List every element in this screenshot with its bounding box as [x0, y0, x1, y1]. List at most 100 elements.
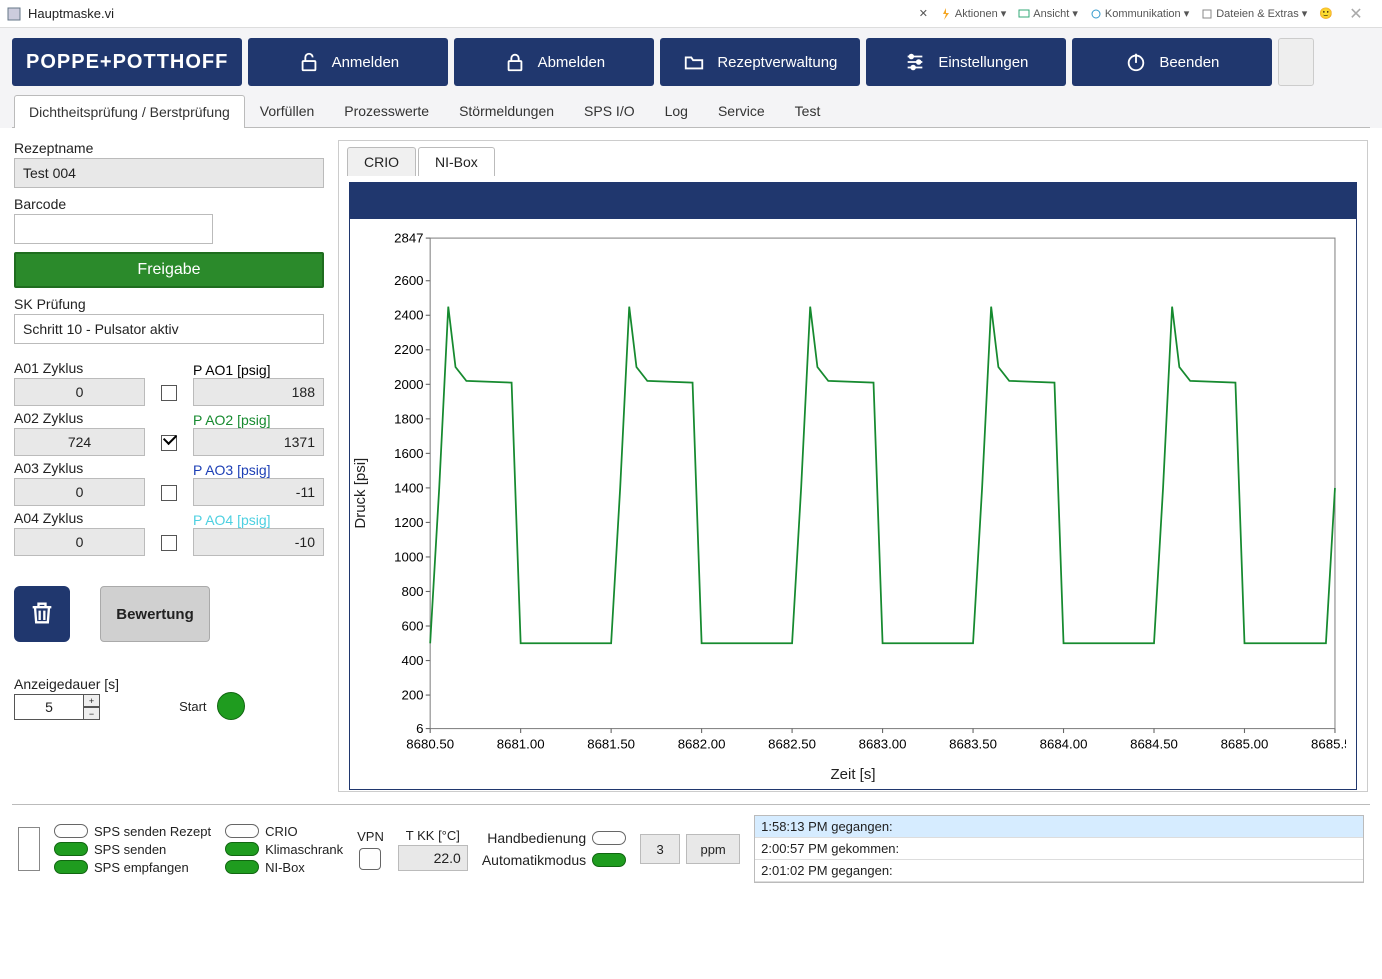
anzeigedauer-spinner[interactable]: 5 +−	[14, 694, 119, 720]
mini-toolbar: ✕ Aktionen ▾ Ansicht ▾ Kommunikation ▾ D…	[916, 6, 1336, 21]
bewertung-button[interactable]: Bewertung	[100, 586, 210, 642]
subtab-nibox[interactable]: NI-Box	[418, 147, 495, 176]
svg-text:8682.00: 8682.00	[678, 736, 726, 751]
sliders-icon	[904, 51, 926, 73]
ao-zyklus-label: A02 Zyklus	[14, 410, 145, 426]
lock-icon	[504, 51, 526, 73]
svg-text:600: 600	[401, 618, 423, 633]
anzeigedauer-value[interactable]: 5	[14, 694, 84, 720]
log-row[interactable]: 2:01:02 PM gegangen:	[755, 860, 1363, 882]
brand-logo: POPPE+POTTHOFF	[12, 38, 242, 86]
ppm-value: 3	[640, 834, 680, 864]
led-handbedienung	[592, 831, 626, 845]
sk-pruefung-field: Schritt 10 - Pulsator aktiv	[14, 314, 324, 344]
barcode-label: Barcode	[14, 196, 324, 212]
led-sps-senden-rezept	[54, 824, 88, 838]
ao-zyklus-value: 724	[14, 428, 145, 456]
svg-text:8684.00: 8684.00	[1040, 736, 1088, 751]
plot-area[interactable]: 6200400600800100012001400160018002000220…	[375, 227, 1346, 760]
led-klimaschrank	[225, 842, 259, 856]
anzeigedauer-label: Anzeigedauer [s]	[14, 676, 119, 692]
start-label: Start	[179, 699, 206, 714]
ao-zyklus-label: A04 Zyklus	[14, 510, 145, 526]
beenden-button[interactable]: Beenden	[1072, 38, 1272, 86]
spinner-up[interactable]: +	[84, 694, 100, 707]
tab-vorfuellen[interactable]: Vorfüllen	[245, 94, 329, 127]
status-log-list[interactable]: 1:58:13 PM gegangen: 2:00:57 PM gekommen…	[754, 815, 1364, 883]
mini-close-icon[interactable]: ✕	[916, 6, 931, 21]
svg-text:400: 400	[401, 653, 423, 668]
tab-stoermeldungen[interactable]: Störmeldungen	[444, 94, 569, 127]
svg-text:2600: 2600	[394, 273, 423, 288]
vpn-label: VPN	[357, 829, 384, 844]
ao-zyklus-label: A01 Zyklus	[14, 360, 145, 376]
window-close-icon[interactable]: ✕	[1336, 4, 1376, 24]
svg-text:8684.50: 8684.50	[1130, 736, 1178, 751]
ao-zyklus-label: A03 Zyklus	[14, 460, 145, 476]
chart-header	[350, 183, 1356, 219]
ao-p-value: 188	[193, 378, 324, 406]
svg-text:8681.00: 8681.00	[497, 736, 545, 751]
main-tabs: Dichtheitsprüfung / Berstprüfung Vorfüll…	[12, 94, 1370, 128]
anmelden-button[interactable]: Anmelden	[248, 38, 448, 86]
delete-button[interactable]	[14, 586, 70, 642]
log-row[interactable]: 2:00:57 PM gekommen:	[755, 838, 1363, 860]
titlebar: Hauptmaske.vi ✕ Aktionen ▾ Ansicht ▾ Kom…	[0, 0, 1382, 28]
svg-text:8683.00: 8683.00	[859, 736, 907, 751]
svg-text:8681.50: 8681.50	[587, 736, 635, 751]
status-square	[18, 827, 40, 871]
svg-text:2847: 2847	[394, 231, 423, 246]
ao-checkbox-3[interactable]	[161, 485, 177, 501]
spinner-down[interactable]: −	[84, 707, 100, 720]
svg-text:1000: 1000	[394, 549, 423, 564]
tab-test[interactable]: Test	[780, 94, 836, 127]
ppm-unit: ppm	[686, 834, 740, 864]
ao-p-value: 1371	[193, 428, 324, 456]
sk-pruefung-label: SK Prüfung	[14, 296, 324, 312]
barcode-input[interactable]	[14, 214, 213, 244]
folder-icon	[683, 51, 705, 73]
mini-lightning-icon[interactable]: Aktionen ▾	[937, 6, 1009, 21]
mini-ansicht[interactable]: Ansicht ▾	[1015, 6, 1081, 21]
ao-checkbox-1[interactable]	[161, 385, 177, 401]
subtab-crio[interactable]: CRIO	[347, 147, 416, 176]
svg-text:800: 800	[401, 584, 423, 599]
ao-grid: A01 Zyklus0 P AO1 [psig]188A02 Zyklus724…	[14, 360, 324, 556]
tab-dichtheit[interactable]: Dichtheitsprüfung / Berstprüfung	[14, 95, 245, 128]
tab-prozesswerte[interactable]: Prozesswerte	[329, 94, 444, 127]
svg-text:6: 6	[416, 721, 423, 736]
ao-checkbox-2[interactable]	[161, 435, 177, 451]
mini-kommunikation[interactable]: Kommunikation ▾	[1087, 6, 1192, 21]
trash-icon	[28, 599, 56, 630]
unlock-icon	[298, 51, 320, 73]
tab-log[interactable]: Log	[650, 94, 703, 127]
tab-sps-io[interactable]: SPS I/O	[569, 94, 650, 127]
ao-p-label: P AO4 [psig]	[193, 512, 324, 528]
led-automatik	[592, 853, 626, 867]
tkk-label: T KK [°C]	[406, 828, 460, 843]
y-axis-label: Druck [psi]	[350, 227, 375, 760]
start-led	[217, 692, 245, 720]
svg-text:8685.00: 8685.00	[1221, 736, 1269, 751]
svg-text:2200: 2200	[394, 342, 423, 357]
freigabe-button[interactable]: Freigabe	[14, 252, 324, 288]
svg-text:1800: 1800	[394, 411, 423, 426]
abmelden-button[interactable]: Abmelden	[454, 38, 654, 86]
svg-text:2400: 2400	[394, 308, 423, 323]
ao-p-value: -11	[193, 478, 324, 506]
mini-smiley-icon[interactable]: 🙂	[1316, 6, 1336, 21]
tab-service[interactable]: Service	[703, 94, 780, 127]
mini-dateien[interactable]: Dateien & Extras ▾	[1198, 6, 1310, 21]
app-icon	[6, 6, 22, 22]
svg-text:8680.50: 8680.50	[406, 736, 454, 751]
einstellungen-button[interactable]: Einstellungen	[866, 38, 1066, 86]
rezeptname-label: Rezeptname	[14, 140, 324, 156]
svg-text:2000: 2000	[394, 377, 423, 392]
nav-end-spacer	[1278, 38, 1314, 86]
ao-zyklus-value: 0	[14, 378, 145, 406]
log-row[interactable]: 1:58:13 PM gegangen:	[755, 816, 1363, 838]
ao-p-value: -10	[193, 528, 324, 556]
rezeptverwaltung-button[interactable]: Rezeptverwaltung	[660, 38, 860, 86]
ao-p-label: P AO3 [psig]	[193, 462, 324, 478]
ao-checkbox-4[interactable]	[161, 535, 177, 551]
